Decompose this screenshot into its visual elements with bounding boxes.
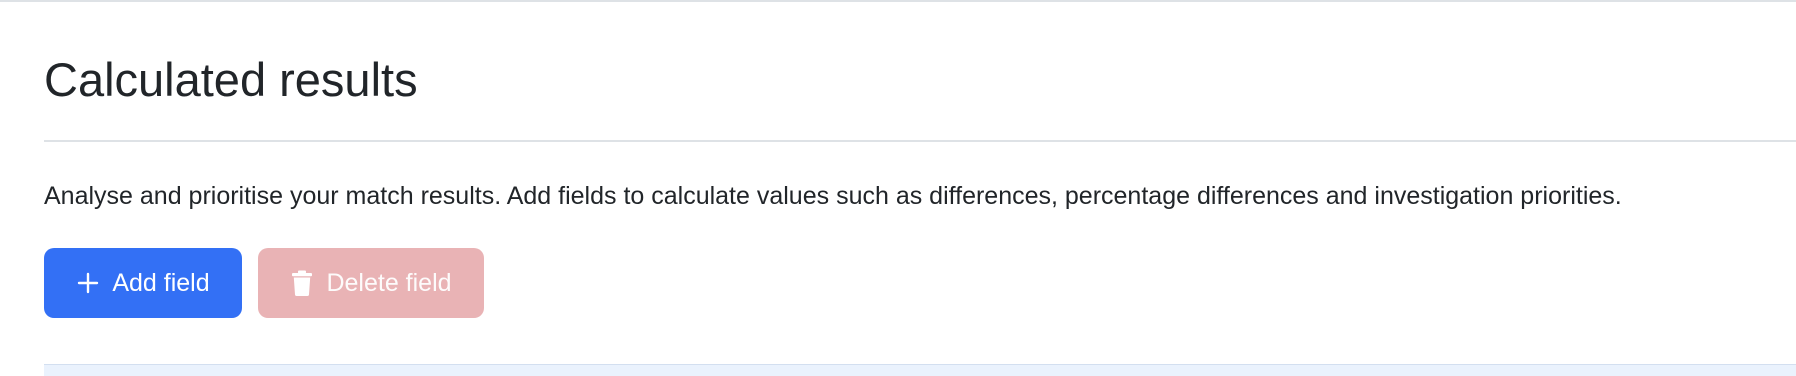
- section-title: Calculated results: [44, 53, 418, 106]
- add-field-button[interactable]: Add field: [44, 248, 242, 318]
- results-table-header: [44, 364, 1796, 376]
- add-field-label: Add field: [112, 268, 210, 297]
- section-description: Analyse and prioritise your match result…: [44, 182, 1622, 210]
- delete-field-label: Delete field: [326, 268, 452, 297]
- calculated-results-page: Calculated results Analyse and prioritis…: [0, 0, 1796, 376]
- top-divider: [0, 0, 1796, 2]
- trash-icon: [290, 269, 314, 297]
- plus-icon: [76, 269, 100, 297]
- delete-field-button[interactable]: Delete field: [258, 248, 484, 318]
- title-divider: [44, 140, 1796, 142]
